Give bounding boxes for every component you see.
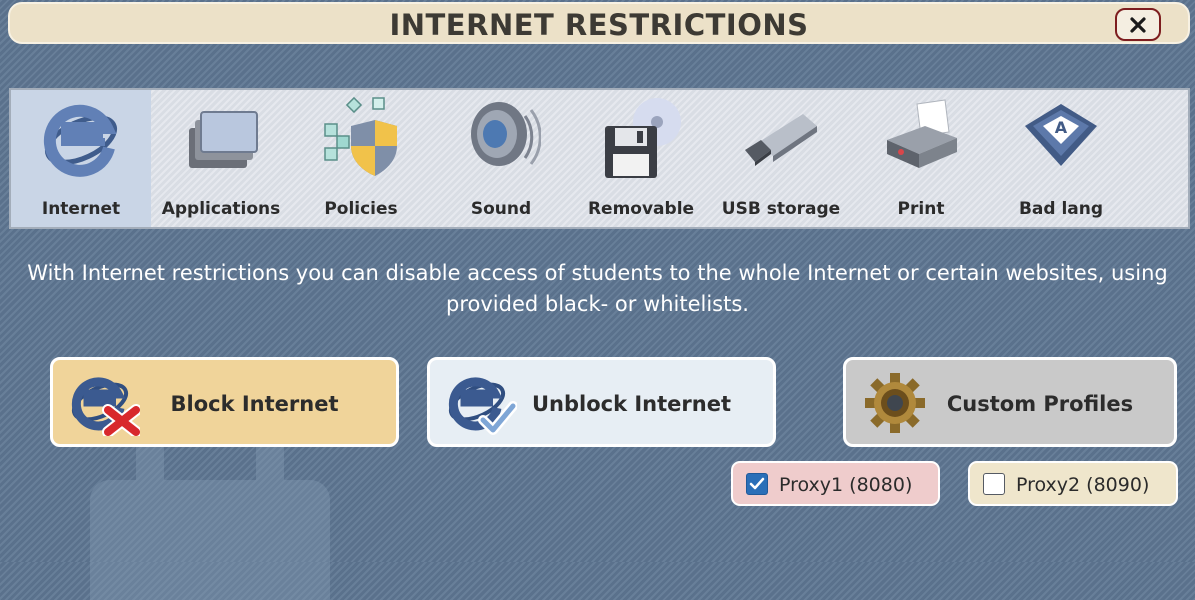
proxy2-checkbox-row[interactable]: Proxy2 (8090)	[968, 461, 1178, 506]
proxy2-label: Proxy2 (8090)	[1016, 474, 1150, 496]
tab-removable[interactable]: Removable	[571, 90, 711, 227]
tab-usb-storage[interactable]: USB storage	[711, 90, 851, 227]
category-toolbar: Internet Applications Policies Sound Rem…	[9, 88, 1190, 229]
custom-profiles-button[interactable]: Custom Profiles	[843, 357, 1177, 447]
proxy2-checkbox[interactable]	[983, 473, 1005, 495]
tab-label: Internet	[41, 199, 121, 219]
proxy1-label: Proxy1 (8080)	[779, 474, 913, 496]
tab-label: Sound	[470, 199, 532, 219]
keyboard-key-icon: A	[1025, 104, 1097, 166]
proxy1-checkbox[interactable]	[746, 473, 768, 495]
printer-icon	[887, 99, 957, 168]
usb-drive-icon	[745, 114, 817, 166]
block-internet-button[interactable]: Block Internet	[50, 357, 399, 447]
checkmark-icon	[749, 477, 765, 490]
tab-policies[interactable]: Policies	[291, 90, 431, 227]
tab-sound[interactable]: Sound	[431, 90, 571, 227]
tab-applications[interactable]: Applications	[151, 90, 291, 227]
floppy-disc-icon	[605, 98, 681, 178]
policies-shield-icon	[324, 96, 397, 176]
tab-label: Applications	[161, 199, 281, 219]
unblock-internet-button[interactable]: Unblock Internet	[427, 357, 776, 447]
description-text: With Internet restrictions you can disab…	[27, 261, 1168, 316]
tab-label: Removable	[587, 199, 695, 219]
window-title: INTERNET RESTRICTIONS	[389, 8, 809, 42]
tab-label: Policies	[324, 199, 398, 219]
speaker-icon	[471, 102, 541, 166]
close-button[interactable]	[1115, 8, 1161, 41]
unblock-internet-label: Unblock Internet	[531, 392, 732, 416]
block-internet-label: Block Internet	[170, 392, 339, 416]
tab-internet[interactable]: Internet	[11, 90, 151, 227]
svg-text:A: A	[1055, 118, 1068, 137]
internet-explorer-icon	[43, 104, 118, 177]
custom-profiles-label: Custom Profiles	[946, 392, 1134, 416]
tab-label: Bad lang	[1018, 199, 1104, 219]
proxy1-checkbox-row[interactable]: Proxy1 (8080)	[731, 461, 940, 506]
tab-label: Print	[897, 199, 945, 219]
tab-bad-lang[interactable]: A Bad lang	[991, 90, 1131, 227]
title-bar: INTERNET RESTRICTIONS	[8, 2, 1190, 44]
tab-print[interactable]: Print	[851, 90, 991, 227]
close-icon	[1130, 16, 1146, 33]
tab-label: USB storage	[721, 199, 841, 219]
applications-windows-icon	[189, 111, 258, 168]
